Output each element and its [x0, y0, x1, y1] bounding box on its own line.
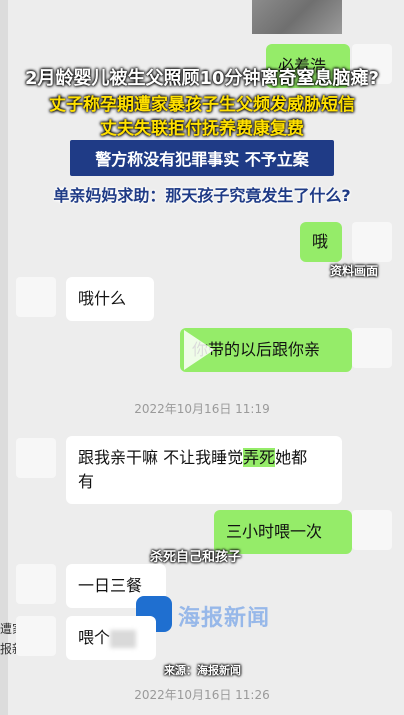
avatar-left[interactable]	[16, 438, 56, 478]
chat-text: 有	[78, 472, 95, 491]
credit-caption: 来源：海报新闻	[164, 664, 241, 677]
chat-bubble-left: 跟我亲干嘛 不让我睡觉弄死她都 有	[66, 436, 342, 504]
photo-thumbnail[interactable]	[252, 0, 342, 34]
question-caption: 单亲妈妈求助：那天孩子究竟发生了什么?	[53, 186, 351, 205]
chat-screen: 必着浩 2月龄婴儿被生父照顾10分钟离奇窒息脑瘫? 丈子称孕期遭家暴孩子生父频发…	[0, 0, 404, 715]
play-icon[interactable]	[184, 330, 214, 370]
avatar-left[interactable]	[16, 616, 56, 656]
watermark-text: 海报新闻	[178, 606, 271, 631]
blurred-content	[110, 629, 137, 648]
headline-3: 丈夫失联拒付抚养费康复费	[100, 119, 304, 139]
subtitle-caption: 杀死自己和孩子	[150, 550, 242, 565]
chat-text: 三小时喂一次	[226, 522, 323, 541]
avatar-left[interactable]	[16, 564, 56, 604]
highlighted-word: 弄死	[243, 448, 276, 467]
chat-bubble-left: 哦什么	[66, 277, 154, 321]
chat-bubble-right: 哦	[300, 222, 342, 262]
chat-text: 跟我亲干嘛 不让我睡觉	[78, 448, 244, 467]
avatar-right[interactable]	[352, 510, 392, 550]
source-tag: 资料画面	[330, 264, 379, 278]
chat-text: 她都	[275, 448, 308, 467]
headline-1: 2月龄婴儿被生父照顾10分钟离奇窒息脑瘫?	[24, 68, 379, 89]
headline-2: 丈子称孕期遭家暴孩子生父频发威胁短信	[49, 95, 355, 115]
chat-text: 一日三餐	[78, 576, 143, 595]
police-badge: 警方称没有犯罪事实 不予立案	[70, 140, 334, 176]
timestamp: 2022年10月16日 11:26	[134, 688, 270, 702]
chat-bubble-left: 喂个	[66, 616, 156, 660]
chat-text: 喂个	[78, 628, 111, 647]
avatar-right[interactable]	[352, 222, 392, 262]
chat-text: 哦什么	[78, 289, 127, 308]
chat-text: 哦	[312, 232, 329, 251]
timestamp: 2022年10月16日 11:19	[134, 402, 270, 416]
avatar-right[interactable]	[352, 328, 392, 368]
avatar-left[interactable]	[16, 277, 56, 317]
